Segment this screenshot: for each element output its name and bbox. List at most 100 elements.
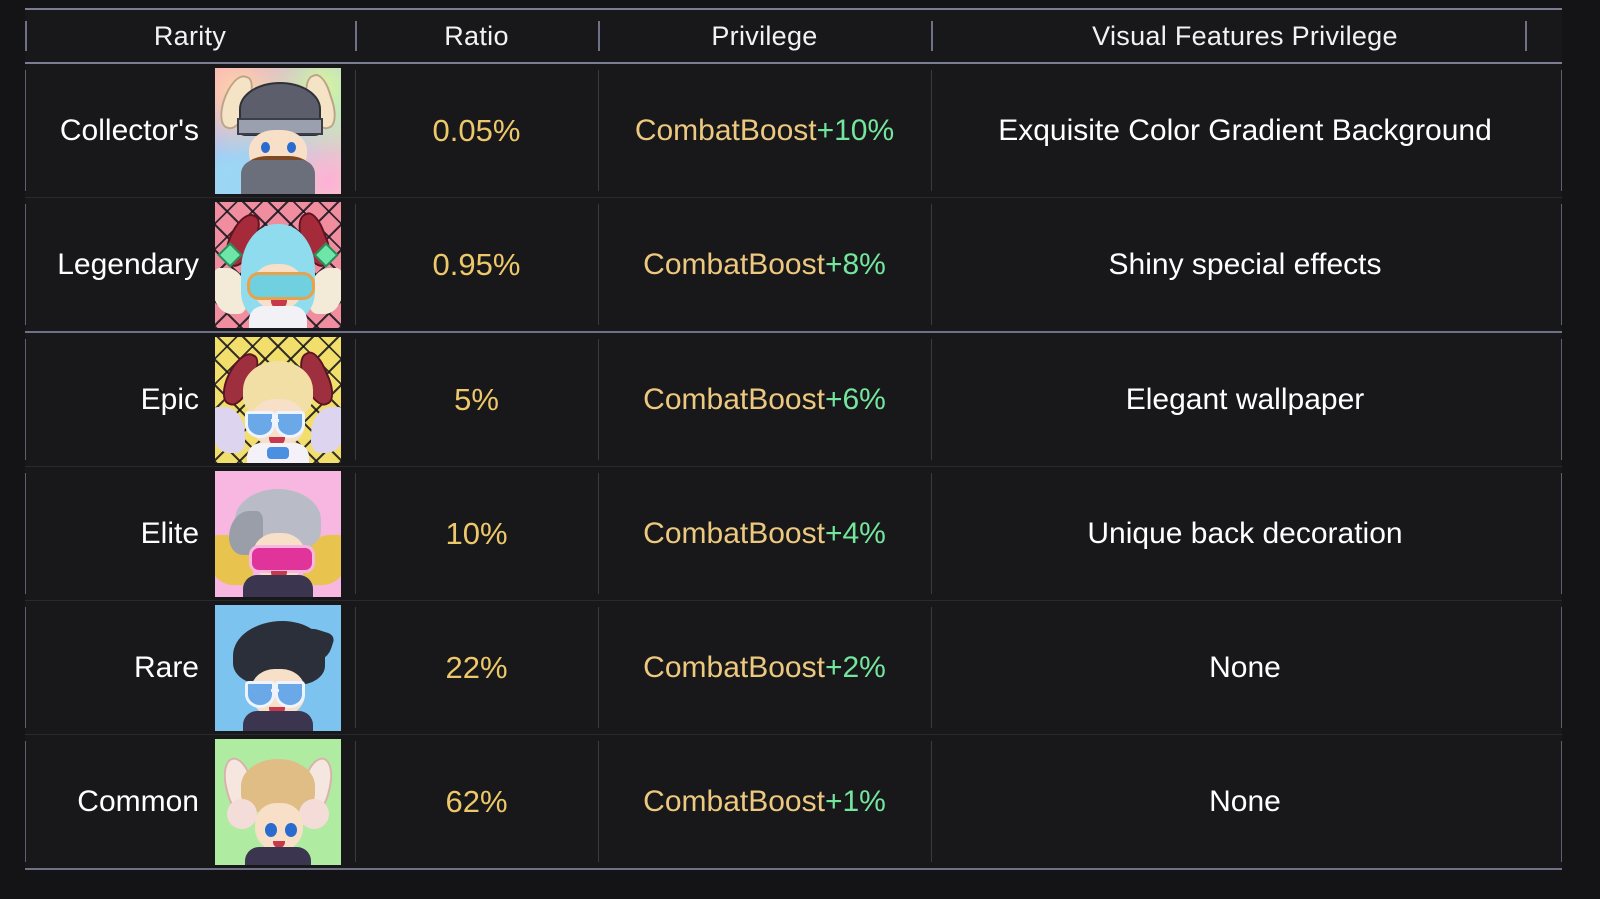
privilege-value: CombatBoost+10% (635, 114, 894, 148)
row-edge-right (1561, 70, 1562, 191)
rarity-label: Legendary (57, 247, 199, 281)
visual-value: Unique back decoration (1087, 516, 1403, 550)
visual-value: Elegant wallpaper (1125, 382, 1365, 416)
column-divider (931, 473, 932, 594)
cell-rarity: Legendary (25, 198, 355, 331)
avatar-art (215, 605, 341, 731)
column-header-visual[interactable]: Visual Features Privilege (931, 10, 1559, 62)
column-divider (598, 70, 599, 191)
ratio-value: 62% (445, 783, 508, 819)
privilege-base: CombatBoost (634, 113, 817, 147)
cell-visual: Shiny special effects (931, 198, 1559, 331)
cell-ratio: 22% (355, 601, 598, 734)
avatar-art (215, 68, 341, 194)
avatar-art (215, 202, 341, 328)
row-edge-right (1561, 473, 1562, 594)
column-divider (355, 473, 356, 594)
table-row[interactable]: Epic 5% CombatBoost+6% Elegant wallpaper (25, 333, 1562, 467)
column-divider (931, 607, 932, 728)
ratio-value: 0.05% (432, 112, 521, 148)
cell-ratio: 10% (355, 467, 598, 600)
column-divider (355, 204, 356, 325)
cell-privilege: CombatBoost+10% (598, 64, 931, 197)
ratio-value: 0.95% (432, 246, 521, 282)
privilege-bonus: +8% (824, 247, 886, 281)
cell-visual: Unique back decoration (931, 467, 1559, 600)
cell-ratio: 5% (355, 333, 598, 466)
cell-visual: Elegant wallpaper (931, 333, 1559, 466)
row-edge-right (1561, 741, 1562, 862)
cell-privilege: CombatBoost+1% (598, 735, 931, 868)
visual-value: None (1209, 784, 1281, 818)
column-divider (355, 741, 356, 862)
privilege-base: CombatBoost (643, 784, 825, 818)
table-body: Collector's 0.05% CombatBoost+10% Exquis… (25, 64, 1562, 870)
cell-ratio: 62% (355, 735, 598, 868)
column-header-visual-label: Visual Features Privilege (1092, 20, 1398, 51)
blue-hair-demon-avatar[interactable] (215, 201, 341, 328)
table-row[interactable]: Rare 22% CombatBoost+2% None (25, 601, 1562, 735)
column-header-ratio-label: Ratio (444, 20, 509, 51)
rarity-table-page: Rarity Ratio Privilege Visual Features P… (0, 0, 1600, 899)
rarity-label: Collector's (59, 113, 199, 147)
row-edge-right (1561, 204, 1562, 325)
privilege-bonus: +6% (824, 382, 886, 416)
viking-rainbow-avatar[interactable] (215, 67, 341, 194)
header-divider-right (1525, 21, 1527, 51)
privilege-value: CombatBoost+2% (643, 651, 886, 685)
cell-ratio: 0.95% (355, 198, 598, 331)
column-divider (598, 204, 599, 325)
column-divider (355, 70, 356, 191)
table-row[interactable]: Collector's 0.05% CombatBoost+10% Exquis… (25, 64, 1562, 198)
ratio-value: 5% (454, 381, 499, 417)
cell-rarity: Rare (25, 601, 355, 734)
privilege-value: CombatBoost+6% (643, 383, 886, 417)
blonde-demon-angel-avatar[interactable] (215, 336, 341, 463)
column-header-privilege-label: Privilege (711, 20, 818, 51)
rarity-table: Rarity Ratio Privilege Visual Features P… (25, 8, 1562, 874)
ratio-value: 10% (445, 515, 508, 551)
rarity-label: Epic (140, 382, 199, 416)
column-header-rarity-label: Rarity (153, 20, 227, 51)
cell-ratio: 0.05% (355, 64, 598, 197)
visual-value: Exquisite Color Gradient Background (998, 113, 1492, 147)
visual-value: Shiny special effects (1108, 247, 1382, 281)
cell-privilege: CombatBoost+2% (598, 601, 931, 734)
column-divider (598, 741, 599, 862)
black-hair-heart-glasses-avatar[interactable] (215, 604, 341, 731)
privilege-base: CombatBoost (643, 382, 825, 416)
rarity-label: Common (77, 784, 199, 818)
cell-rarity: Epic (25, 333, 355, 466)
table-row[interactable]: Common 62% CombatBoost+1% None (25, 735, 1562, 868)
column-divider (931, 204, 932, 325)
column-divider (598, 339, 599, 460)
cell-visual: None (931, 735, 1559, 868)
column-divider (598, 473, 599, 594)
bunny-ear-blonde-avatar[interactable] (215, 738, 341, 865)
privilege-base: CombatBoost (643, 516, 825, 550)
column-header-ratio[interactable]: Ratio (355, 10, 598, 62)
cell-rarity: Collector's (25, 64, 355, 197)
column-divider (355, 607, 356, 728)
table-row[interactable]: Legendary 0.95% CombatBoost+8% Shiny spe… (25, 198, 1562, 333)
column-header-rarity[interactable]: Rarity (25, 10, 355, 62)
table-row[interactable]: Elite 10% CombatBoost+4% Unique back dec… (25, 467, 1562, 601)
rarity-label: Elite (140, 516, 199, 550)
cell-privilege: CombatBoost+6% (598, 333, 931, 466)
privilege-value: CombatBoost+4% (643, 517, 886, 551)
column-divider (931, 339, 932, 460)
column-divider (931, 70, 932, 191)
column-header-privilege[interactable]: Privilege (598, 10, 931, 62)
column-divider (355, 339, 356, 460)
cell-privilege: CombatBoost+4% (598, 467, 931, 600)
cell-visual: Exquisite Color Gradient Background (931, 64, 1559, 197)
column-divider (598, 607, 599, 728)
privilege-base: CombatBoost (643, 247, 825, 281)
rarity-label: Rare (133, 650, 199, 684)
privilege-bonus: +2% (824, 650, 886, 684)
avatar-art (215, 337, 341, 463)
cell-visual: None (931, 601, 1559, 734)
privilege-bonus: +10% (816, 113, 895, 147)
privilege-base: CombatBoost (643, 650, 825, 684)
silver-hair-visor-avatar[interactable] (215, 470, 341, 597)
